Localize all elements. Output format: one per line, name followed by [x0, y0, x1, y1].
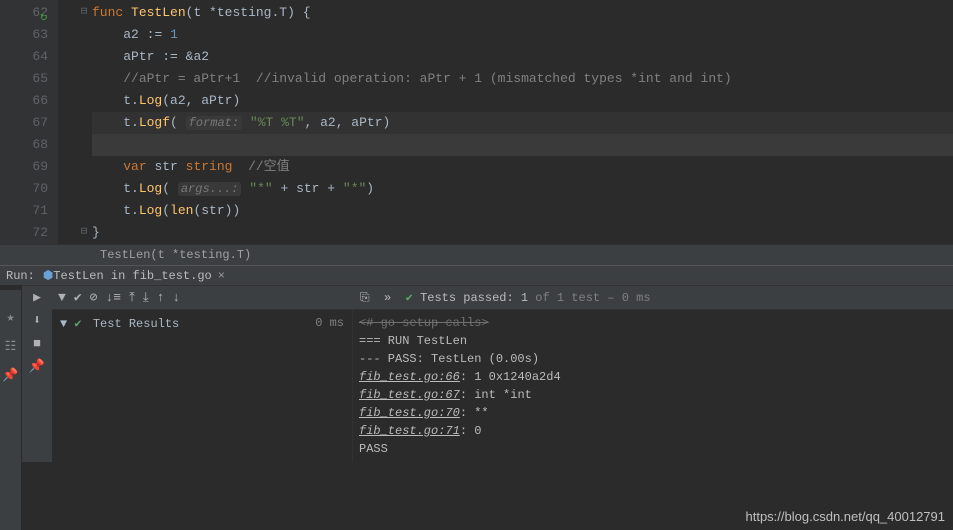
go-file-icon: ⬢	[43, 268, 53, 283]
breadcrumb[interactable]: TestLen(t *testing.T)	[0, 244, 953, 265]
code-line[interactable]: t.Log(a2, aPtr)	[92, 90, 953, 112]
test-toolbar: ▼ ✔ ⊘ ↓≡ ⤒ ⤓ ↑ ↓	[52, 286, 352, 310]
close-icon[interactable]: ×	[218, 269, 225, 283]
check-filter-icon[interactable]: ✔	[74, 290, 82, 305]
check-icon: ✔	[74, 317, 81, 331]
code-line[interactable]: }	[92, 222, 953, 244]
block-icon[interactable]: ⊘	[90, 290, 98, 305]
test-results-root[interactable]: ▼ ✔ Test Results 0 ms	[52, 310, 352, 337]
output-panel: ⎘ » ✔ Tests passed: 1 of 1 test – 0 ms <…	[352, 286, 953, 462]
collapse-icon[interactable]: ⤒	[129, 290, 135, 305]
pin-icon[interactable]: 📌	[29, 359, 45, 374]
code-line[interactable]: a2 := 1	[92, 24, 953, 46]
next-icon[interactable]: ↓	[172, 290, 180, 305]
code-line-current[interactable]	[92, 134, 953, 156]
run-toolbar-left: ▶ ⬇ ■ 📌	[22, 286, 52, 462]
structure-tool-icon[interactable]: ☷	[5, 339, 17, 354]
test-tree-panel: ▼ ✔ ⊘ ↓≡ ⤒ ⤓ ↑ ↓ ▼ ✔ Test Results 0 ms	[52, 286, 352, 462]
favorite-tool-icon[interactable]: ★	[7, 310, 15, 325]
code-line[interactable]: aPtr := &a2	[92, 46, 953, 68]
expand-all-icon[interactable]: ⤓	[143, 290, 149, 305]
line-gutter: 62↻ 636465 666768 69707172	[0, 0, 58, 244]
run-tab[interactable]: TestLen in fib_test.go	[53, 269, 211, 283]
tree-toggle-icon[interactable]: ▼	[60, 317, 67, 331]
code-line[interactable]: t.Logf( format: "%T %T", a2, aPtr)	[92, 112, 953, 134]
code-line[interactable]: var str string //空值	[92, 156, 953, 178]
tool-window-bar: ★ ☷ 📌	[0, 290, 22, 530]
sort-icon[interactable]: ↓≡	[105, 290, 121, 305]
divider-icon: »	[384, 291, 391, 305]
run-panel: ▶ ⬇ ■ 📌 ▼ ✔ ⊘ ↓≡ ⤒ ⤓ ↑ ↓ ▼ ✔ Test Result…	[22, 285, 953, 462]
debug-icon[interactable]: ⬇	[33, 313, 41, 328]
stop-icon[interactable]: ■	[33, 336, 41, 351]
pass-check-icon: ✔	[406, 291, 413, 305]
expand-icon[interactable]: ▼	[58, 290, 66, 305]
test-status-bar: ⎘ » ✔ Tests passed: 1 of 1 test – 0 ms	[352, 286, 953, 310]
export-icon[interactable]: ⎘	[360, 291, 370, 305]
code-line[interactable]: t.Log(len(str))	[92, 200, 953, 222]
run-label: Run:	[6, 269, 35, 283]
pin-tool-icon[interactable]: 📌	[2, 368, 18, 383]
run-header: Run: ⬢ TestLen in fib_test.go ×	[0, 265, 953, 285]
code-line[interactable]: func TestLen(t *testing.T) {	[92, 2, 953, 24]
test-output[interactable]: <# go setup calls> === RUN TestLen --- P…	[352, 310, 953, 462]
code-area[interactable]: func TestLen(t *testing.T) { a2 := 1 aPt…	[58, 0, 953, 244]
run-icon[interactable]: ▶	[33, 290, 41, 305]
code-editor[interactable]: 62↻ 636465 666768 69707172 ⊟ ⊟ func Test…	[0, 0, 953, 244]
code-line[interactable]: //aPtr = aPtr+1 //invalid operation: aPt…	[92, 68, 953, 90]
prev-icon[interactable]: ↑	[157, 290, 165, 305]
watermark: https://blog.csdn.net/qq_40012791	[746, 509, 946, 524]
code-line[interactable]: t.Log( args...: "*" + str + "*")	[92, 178, 953, 200]
